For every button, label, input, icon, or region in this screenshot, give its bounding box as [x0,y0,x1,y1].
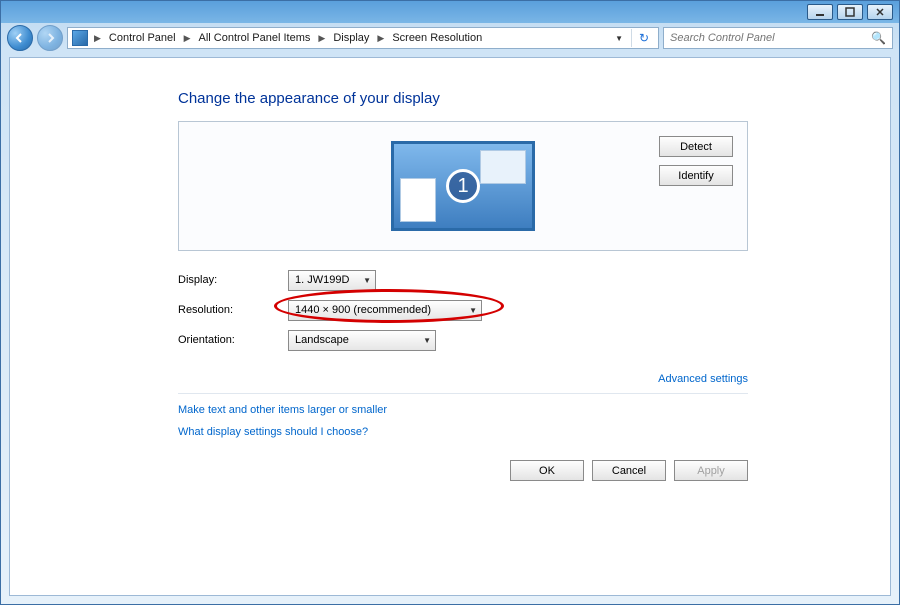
window-frame: ▶ Control Panel ▶ All Control Panel Item… [0,0,900,605]
display-dropdown[interactable]: 1. JW199D ▼ [288,270,376,291]
crumb-all-items[interactable]: All Control Panel Items [197,32,313,44]
identify-button[interactable]: Identify [659,165,733,186]
search-input[interactable] [670,32,871,44]
address-dropdown-icon[interactable]: ▼ [609,34,629,43]
search-box[interactable]: 🔍 [663,27,893,49]
chevron-down-icon: ▼ [469,306,477,315]
apply-button[interactable]: Apply [674,460,748,481]
forward-button[interactable] [37,25,63,51]
cancel-button[interactable]: Cancel [592,460,666,481]
client-area: Change the appearance of your display 1 … [9,57,891,596]
resolution-dropdown[interactable]: 1440 × 900 (recommended) ▼ [288,300,482,321]
crumb-screen-resolution[interactable]: Screen Resolution [390,32,484,44]
search-icon: 🔍 [871,31,886,45]
orientation-label: Orientation: [178,334,288,346]
divider [178,393,748,394]
titlebar [1,1,899,23]
page-title: Change the appearance of your display [178,90,842,107]
ok-button[interactable]: OK [510,460,584,481]
refresh-button[interactable]: ↻ [634,31,654,45]
address-bar: ▶ Control Panel ▶ All Control Panel Item… [1,23,899,53]
chevron-right-icon: ▶ [90,33,105,44]
orientation-dropdown[interactable]: Landscape ▼ [288,330,436,351]
control-panel-icon [72,30,88,46]
text-size-link[interactable]: Make text and other items larger or smal… [178,404,842,416]
chevron-down-icon: ▼ [363,276,371,285]
monitor-thumbnail[interactable]: 1 [391,141,535,231]
display-label: Display: [178,274,288,286]
resolution-label: Resolution: [178,304,288,316]
display-value: 1. JW199D [295,274,349,286]
minimize-button[interactable] [807,4,833,20]
detect-button[interactable]: Detect [659,136,733,157]
chevron-right-icon: ▶ [373,33,388,44]
close-button[interactable] [867,4,893,20]
chevron-down-icon: ▼ [423,336,431,345]
crumb-display[interactable]: Display [331,32,371,44]
advanced-settings-link[interactable]: Advanced settings [658,373,748,385]
divider [631,29,632,47]
chevron-right-icon: ▶ [180,33,195,44]
crumb-control-panel[interactable]: Control Panel [107,32,178,44]
resolution-value: 1440 × 900 (recommended) [295,304,431,316]
display-preview[interactable]: 1 Detect Identify [178,121,748,251]
back-button[interactable] [7,25,33,51]
chevron-right-icon: ▶ [314,33,329,44]
monitor-number-badge: 1 [394,144,532,228]
orientation-value: Landscape [295,334,349,346]
address-field[interactable]: ▶ Control Panel ▶ All Control Panel Item… [67,27,659,49]
help-link[interactable]: What display settings should I choose? [178,426,842,438]
maximize-button[interactable] [837,4,863,20]
